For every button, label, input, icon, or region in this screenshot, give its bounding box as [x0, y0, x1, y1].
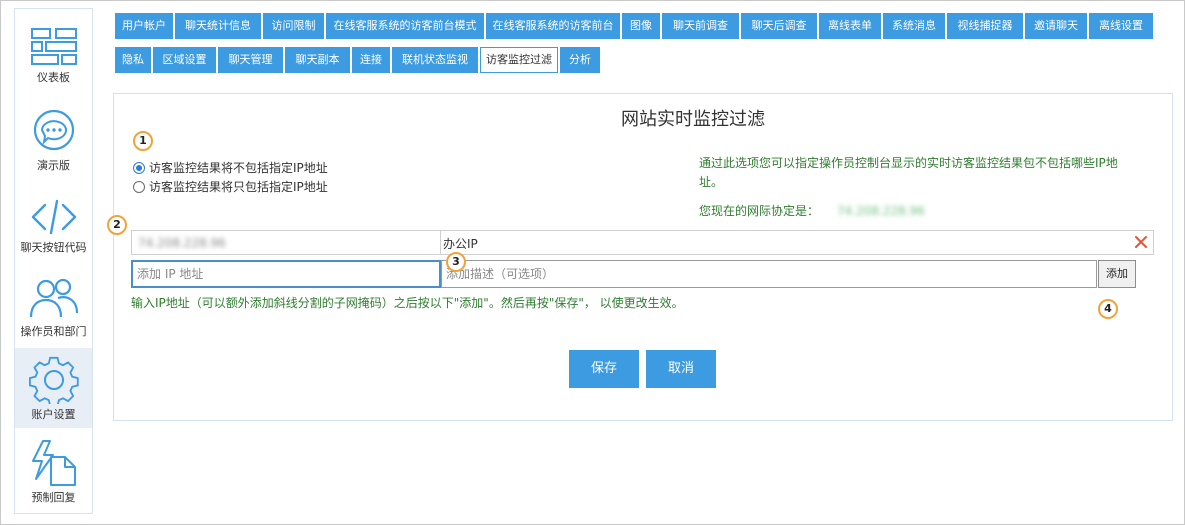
tab-privacy[interactable]: 隐私	[115, 47, 151, 73]
tab-user-account[interactable]: 用户帐户	[115, 13, 173, 39]
sidebar-item-label: 操作员和部门	[20, 325, 87, 338]
ip-address-value: 74.208.228.96	[138, 236, 226, 250]
tab-pre-chat-survey[interactable]: 聊天前调查	[662, 13, 739, 39]
delete-icon[interactable]	[1133, 234, 1149, 250]
tab-offline-form[interactable]: 离线表单	[819, 13, 881, 39]
tab-visitor-monitor-filter[interactable]: 访客监控过滤	[480, 47, 558, 73]
add-ip-input[interactable]: 添加 IP 地址	[131, 260, 441, 288]
sidebar-item-label: 账户设置	[31, 408, 76, 421]
tab-visitor-frontend-mode[interactable]: 在线客服系统的访客前台模式	[326, 13, 484, 39]
ip-cell: 74.208.228.96	[132, 231, 441, 254]
dashboard-icon	[30, 28, 77, 65]
sidebar-item-button-code[interactable]: 聊天按钮代码	[15, 197, 92, 255]
sidebar-item-operators[interactable]: 操作员和部门	[15, 277, 92, 339]
sidebar-item-label: 仪表板	[37, 71, 70, 84]
radio-exclude-ip[interactable]: 访客监控结果将不包括指定IP地址	[133, 159, 328, 176]
instruction-text: 输入IP地址（可以额外添加斜线分割的子网掩码）之后按以下"添加"。然后再按"保存…	[131, 296, 684, 310]
tab-system-messages[interactable]: 系统消息	[883, 13, 945, 39]
ip-description: 办公IP	[443, 237, 478, 251]
step-badge-3: 3	[446, 252, 466, 272]
radio-label: 访客监控结果将只包括指定IP地址	[149, 180, 328, 194]
current-ip-info: 您现在的网际协定是： 74.208.228.96	[699, 202, 925, 219]
tab-connection[interactable]: 连接	[352, 47, 390, 73]
tab-locale[interactable]: 区域设置	[153, 47, 216, 73]
sidebar-item-account-settings[interactable]: 账户设置	[15, 348, 92, 428]
step-badge-4: 4	[1098, 299, 1118, 319]
radio-button-checked[interactable]	[133, 161, 145, 174]
tab-invite-chat[interactable]: 邀请聊天	[1025, 13, 1087, 39]
step-badge-2: 2	[107, 215, 127, 235]
tab-chat-copy[interactable]: 聊天副本	[285, 47, 350, 73]
save-button[interactable]: 保存	[569, 350, 639, 388]
step-badge-1: 1	[133, 131, 153, 151]
gear-icon	[28, 356, 79, 404]
sidebar-item-label: 演示版	[37, 159, 70, 172]
tab-chat-stats[interactable]: 聊天统计信息	[175, 13, 261, 39]
radio-button[interactable]	[133, 180, 145, 193]
radio-include-only-ip[interactable]: 访客监控结果将只包括指定IP地址	[133, 178, 328, 195]
page-title: 网站实时监控过滤	[621, 109, 765, 130]
tab-post-chat-survey[interactable]: 聊天后调查	[741, 13, 817, 39]
sidebar-item-demo[interactable]: 演示版	[15, 109, 92, 173]
code-icon	[31, 199, 76, 235]
sidebar-item-label: 预制回复	[31, 491, 76, 504]
radio-label: 访客监控结果将不包括指定IP地址	[149, 161, 328, 175]
tab-online-status-monitor[interactable]: 联机状态监视	[392, 47, 478, 73]
filter-panel: 网站实时监控过滤	[113, 93, 1173, 421]
sidebar-item-dashboard[interactable]: 仪表板	[15, 27, 92, 85]
lightning-document-icon	[31, 440, 76, 486]
info-text: 通过此选项您可以指定操作员控制台显示的实时访客监控结果包不包括哪些IP地 址。	[699, 156, 1118, 189]
current-ip-label: 您现在的网际协定是：	[699, 204, 820, 218]
ip-list-row: 74.208.228.96 办公IP	[131, 230, 1154, 255]
current-ip-value: 74.208.228.96	[837, 204, 925, 218]
tab-visitor-frontend[interactable]: 在线客服系统的访客前台	[486, 13, 620, 39]
tab-offline-settings[interactable]: 离线设置	[1089, 13, 1153, 39]
cancel-button[interactable]: 取消	[646, 350, 716, 388]
sidebar-item-label: 聊天按钮代码	[20, 241, 87, 254]
chat-bubble-icon	[33, 109, 74, 151]
tab-eye-catcher[interactable]: 视线捕捉器	[947, 13, 1023, 39]
users-icon	[29, 278, 78, 318]
tab-access-restriction[interactable]: 访问限制	[263, 13, 324, 39]
add-ip-button[interactable]: 添加	[1098, 260, 1136, 288]
sidebar-item-canned-replies[interactable]: 预制回复	[15, 439, 92, 505]
add-description-input[interactable]: 添加描述（可选项）	[441, 260, 1097, 288]
sidebar: 仪表板 演示版 聊天按钮代码 操作员和部门 账户设置 预制回复	[14, 8, 93, 514]
tab-images[interactable]: 图像	[622, 13, 660, 39]
tab-chat-management[interactable]: 聊天管理	[218, 47, 283, 73]
tab-analytics[interactable]: 分析	[560, 47, 600, 73]
